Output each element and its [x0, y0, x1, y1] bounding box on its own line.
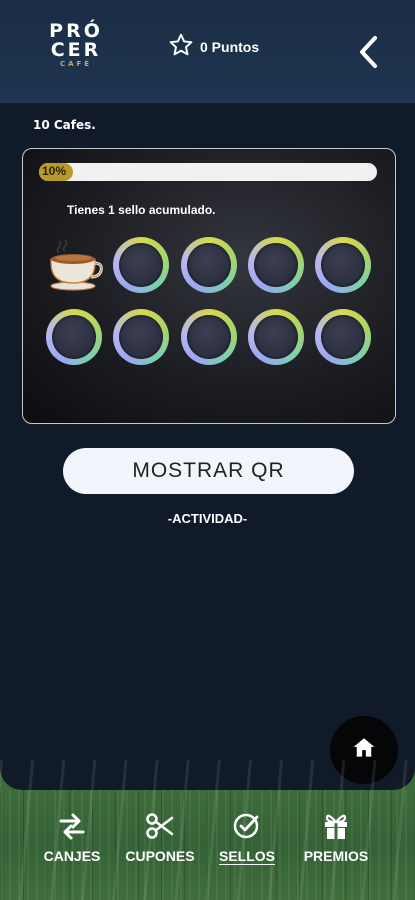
nav-item-canjes[interactable]: CANJES	[38, 812, 106, 864]
stamp-slot	[46, 309, 102, 365]
back-button[interactable]	[354, 34, 384, 70]
nav-label: SELLOS	[218, 848, 275, 864]
points-label: 0 Puntos	[200, 39, 260, 55]
exchange-arrows-icon	[57, 812, 87, 844]
nav-item-premios[interactable]: PREMIOS	[298, 812, 374, 864]
stamp-slot	[248, 309, 304, 365]
activity-heading: -ACTIVIDAD-	[167, 511, 248, 526]
header: PRÓ CER CAFÉ 0 Puntos	[0, 0, 415, 103]
stamp-slot	[181, 237, 237, 293]
progress-bar: 10%	[39, 163, 377, 181]
stamp-message: Tienes 1 sello acumulado.	[67, 203, 216, 217]
home-button[interactable]	[330, 716, 398, 784]
bottom-nav: CANJES CUPONES SELLOS PREMIOS	[0, 812, 415, 872]
nav-item-cupones[interactable]: CUPONES	[120, 812, 200, 864]
home-icon	[351, 735, 377, 765]
gift-icon	[321, 812, 351, 844]
nav-label: CANJES	[43, 848, 101, 864]
stamp-goal-label: 10 Cafes.	[33, 118, 96, 132]
stamp-card: 10% Tienes 1 sello acumulado.	[22, 148, 396, 424]
app-screen: PRÓ CER CAFÉ 0 Puntos 10 Cafes. 10% Tien…	[0, 0, 415, 790]
nav-item-sellos[interactable]: SELLOS	[214, 812, 280, 864]
stamp-slot	[113, 237, 169, 293]
nav-label: PREMIOS	[303, 848, 369, 864]
procer-cafe-logo: PRÓ CER CAFÉ	[46, 22, 106, 76]
stamp-slot	[248, 237, 304, 293]
star-outline-icon	[168, 32, 194, 62]
coffee-cup-icon	[45, 235, 105, 295]
stamp-slot	[113, 309, 169, 365]
nav-label: CUPONES	[125, 848, 195, 864]
progress-percent: 10%	[42, 164, 67, 178]
scissors-icon	[145, 812, 175, 844]
stamp-slot	[181, 309, 237, 365]
stamp-slot	[315, 309, 371, 365]
stamp-slot	[315, 237, 371, 293]
chevron-left-icon	[354, 36, 384, 74]
logo-line-2: CER	[50, 39, 102, 61]
points-display: 0 Puntos	[168, 33, 259, 61]
show-qr-button[interactable]: MOSTRAR QR	[63, 448, 354, 494]
check-circle-icon	[232, 812, 262, 844]
logo-line-3: CAFÉ	[59, 60, 93, 68]
